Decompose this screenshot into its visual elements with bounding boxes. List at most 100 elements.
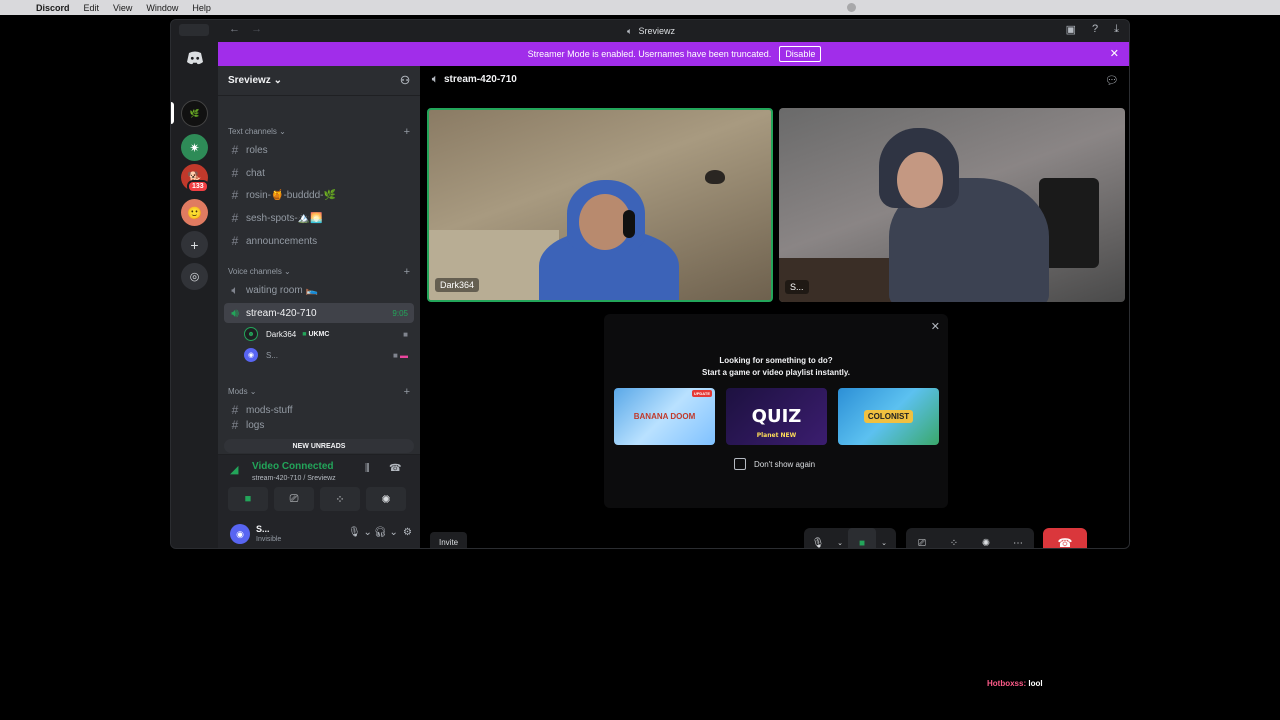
more-options-button[interactable]: ⋯: [1002, 528, 1034, 549]
channel-label: rosin-🍯-budddd-🌿: [246, 189, 336, 201]
camera-options-chevron-icon[interactable]: ⌄: [876, 528, 892, 548]
activity-launcher: ✕ Looking for something to do? Start a g…: [604, 314, 948, 508]
window-title: 🔈︎ Sreviewz: [627, 26, 675, 37]
voice-member[interactable]: ☻ Dark364 ■ UKMC ■: [244, 325, 414, 343]
speaker-icon: 🔈︎: [627, 25, 633, 36]
menu-view[interactable]: View: [113, 3, 132, 13]
disable-button[interactable]: Disable: [779, 46, 822, 62]
chat-bubble-icon[interactable]: 💬︎: [1105, 74, 1119, 87]
category-text-channels[interactable]: Text channels ⌄ +: [228, 126, 414, 138]
discord-window: ← → 🔈︎ Sreviewz ▣ ? ⤓ 🌿 ✷ 🐕 133 🙂 + ◎ St…: [170, 19, 1130, 549]
voice-connection-panel: ◢ Video Connected stream-420-710 / Srevi…: [218, 454, 420, 518]
activities-button[interactable]: ⁘: [320, 487, 360, 511]
download-icon[interactable]: ⤓: [1114, 23, 1119, 36]
menu-app-name[interactable]: Discord: [36, 3, 70, 13]
member-tag: ■ UKMC: [302, 330, 330, 338]
hash-icon: #: [231, 166, 239, 180]
channel-logs[interactable]: # logs: [224, 419, 414, 431]
screen-share-button[interactable]: ⎚: [906, 528, 938, 549]
microphone-button[interactable]: 🎙︎: [804, 528, 832, 549]
guild-header[interactable]: Sreviewz ⌄ ⚇: [218, 66, 420, 96]
participant-name: S...: [785, 280, 809, 294]
hash-icon: #: [231, 419, 239, 431]
server-icon-1[interactable]: 🌿: [181, 100, 208, 127]
server-icon-4[interactable]: 🙂: [181, 199, 208, 226]
voice-member[interactable]: ◉ S... ■ ▬: [244, 346, 414, 364]
screen-share-button[interactable]: ⎚: [274, 487, 314, 511]
headphones-icon[interactable]: 🎧︎ ⌄: [374, 527, 398, 538]
forward-arrow-icon[interactable]: →: [251, 23, 262, 35]
channel-label: roles: [246, 144, 268, 156]
dont-show-checkbox[interactable]: [734, 458, 746, 470]
category-mods[interactable]: Mods ⌄ +: [228, 386, 414, 398]
discord-home-icon[interactable]: [181, 44, 208, 71]
inbox-icon[interactable]: ▣: [1066, 23, 1076, 36]
user-status: Invisible: [256, 536, 282, 543]
window-controls[interactable]: [179, 24, 209, 36]
camera-button[interactable]: ■: [228, 487, 268, 511]
add-channel-icon[interactable]: +: [404, 126, 410, 138]
avatar: ☻: [244, 327, 258, 341]
voice-status[interactable]: Video Connected: [252, 461, 334, 472]
camera-button[interactable]: ■: [848, 528, 876, 548]
menu-window[interactable]: Window: [146, 3, 178, 13]
channel-sidebar: Sreviewz ⌄ ⚇ Text channels ⌄ + # roles # c…: [218, 66, 420, 548]
user-avatar[interactable]: ◉: [230, 524, 250, 544]
channel-roles[interactable]: # roles: [224, 140, 414, 160]
category-voice-channels[interactable]: Voice channels ⌄ +: [228, 266, 414, 278]
channel-label: stream-420-710: [246, 307, 317, 319]
speaker-icon: 🔈︎: [231, 282, 239, 297]
video-icon: ■: [403, 329, 408, 339]
category-label: Voice channels ⌄: [228, 267, 291, 276]
server-icon-2[interactable]: ✷: [181, 134, 208, 161]
explore-icon[interactable]: ◎: [181, 263, 208, 290]
back-arrow-icon[interactable]: ←: [229, 23, 240, 35]
mic-options-chevron-icon[interactable]: ⌄: [832, 528, 848, 548]
soundboard-button[interactable]: ✺: [366, 487, 406, 511]
streamer-mode-banner: Streamer Mode is enabled. Usernames have…: [218, 42, 1129, 66]
activity-card[interactable]: QUIZ Planet NEW: [726, 388, 827, 445]
channel-chat[interactable]: # chat: [224, 163, 414, 183]
close-icon[interactable]: ✕: [931, 320, 940, 333]
voice-location[interactable]: stream-420-710 / Sreviewz: [252, 475, 336, 482]
stream-chat-overlay: Hotboxss: lool: [987, 679, 1043, 688]
call-timer: 9:05: [392, 308, 408, 318]
call-header: 🔈︎ stream-420-710: [432, 74, 517, 85]
menubar-status-dot: [847, 3, 856, 12]
activity-title: BANANA DOOM: [633, 412, 696, 421]
menu-help[interactable]: Help: [192, 3, 211, 13]
voice-channel-stream[interactable]: 🔊︎ stream-420-710 9:05: [224, 303, 414, 323]
add-channel-icon[interactable]: +: [404, 266, 410, 278]
banner-text: Streamer Mode is enabled. Usernames have…: [527, 49, 772, 59]
help-icon[interactable]: ?: [1092, 23, 1098, 36]
channel-label: mods-stuff: [246, 404, 293, 416]
channel-mods-stuff[interactable]: # mods-stuff: [224, 400, 414, 420]
user-name[interactable]: S...: [256, 524, 270, 534]
activities-button[interactable]: ⁘: [938, 528, 970, 549]
video-tile[interactable]: S...: [779, 108, 1125, 302]
call-channel-name: stream-420-710: [444, 74, 517, 85]
channel-rosin[interactable]: # rosin-🍯-budddd-🌿: [224, 185, 414, 205]
close-icon[interactable]: ✕: [1110, 47, 1119, 60]
new-unreads-pill[interactable]: NEW UNREADS: [224, 439, 414, 453]
video-tile[interactable]: Dark364: [427, 108, 773, 302]
add-server-icon[interactable]: +: [181, 231, 208, 258]
voice-channel-waiting-room[interactable]: 🔈︎ waiting room 🛌: [224, 280, 414, 300]
activity-card[interactable]: COLONIST: [838, 388, 939, 445]
gear-icon[interactable]: ⚙: [403, 527, 412, 538]
channel-sesh-spots[interactable]: # sesh-spots-🏔️🌅: [224, 208, 414, 228]
signal-icon[interactable]: ◢: [230, 463, 238, 476]
microphone-icon[interactable]: 🎙︎ ⌄: [348, 527, 372, 538]
channel-announcements[interactable]: # announcements: [224, 231, 414, 251]
menu-edit[interactable]: Edit: [84, 3, 100, 13]
dont-show-again[interactable]: Don't show again: [734, 458, 815, 470]
add-channel-icon[interactable]: +: [404, 386, 410, 398]
disconnect-icon[interactable]: ☎︎: [389, 463, 401, 474]
disconnect-button[interactable]: ☎︎: [1043, 528, 1087, 548]
invite-button[interactable]: Invite: [430, 532, 468, 548]
activity-card[interactable]: BANANA DOOM UPDATE: [614, 388, 715, 445]
noise-suppression-icon[interactable]: ⫼: [365, 463, 370, 474]
add-friend-icon[interactable]: ⚇: [400, 74, 410, 87]
soundboard-button[interactable]: ✺: [970, 528, 1002, 549]
server-pill: [171, 102, 174, 124]
